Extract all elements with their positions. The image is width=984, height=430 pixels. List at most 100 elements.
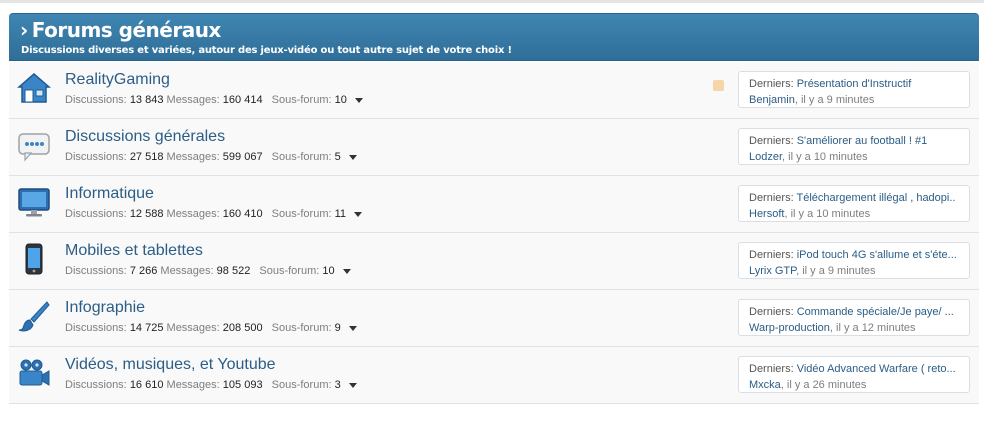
messages-label: Messages:	[160, 265, 214, 277]
latest-thread-link[interactable]: S'améliorer au football ! #1	[797, 135, 928, 147]
chat-bubble-icon[interactable]	[17, 128, 51, 162]
category-description: Discussions diverses et variées, autour …	[21, 45, 512, 56]
forum-row: Mobiles et tablettes Discussions: 7 266 …	[9, 233, 979, 290]
caret-down-icon[interactable]	[354, 211, 363, 217]
forum-title-link[interactable]: Discussions générales	[65, 128, 225, 146]
latest-post-box: Derniers: Présentation d'Instructif Benj…	[738, 71, 970, 108]
category-header: › Forums généraux Discussions diverses et…	[9, 13, 979, 61]
forum-row: Discussions générales Discussions: 27 51…	[9, 119, 979, 176]
forum-title-link[interactable]: RealityGaming	[65, 71, 170, 89]
latest-label: Derniers:	[749, 249, 794, 261]
messages-count: 98 522	[216, 265, 251, 277]
subforum-count: 9	[334, 322, 341, 334]
subforum-label: Sous-forum:	[259, 265, 320, 277]
latest-label: Derniers:	[749, 363, 794, 375]
video-camera-icon[interactable]	[17, 356, 51, 390]
subforum-count: 10	[322, 265, 335, 277]
latest-thread-link[interactable]: Commande spéciale/Je paye/ ...	[797, 306, 954, 318]
subforum-label: Sous-forum:	[271, 379, 332, 391]
subforum-label: Sous-forum:	[271, 151, 332, 163]
latest-label: Derniers:	[749, 78, 794, 90]
latest-post-box: Derniers: Téléchargement illégal , hadop…	[738, 185, 970, 222]
latest-post-box: Derniers: S'améliorer au football ! #1 L…	[738, 128, 970, 165]
latest-time: , il y a 10 minutes	[782, 151, 868, 163]
messages-label: Messages:	[166, 94, 220, 106]
latest-time: , il y a 9 minutes	[796, 265, 876, 277]
discussions-label: Discussions:	[65, 208, 127, 220]
latest-user-link[interactable]: Lodzer	[749, 151, 782, 163]
forum-row: RealityGaming Discussions: 13 843 Messag…	[9, 62, 979, 119]
discussions-count: 7 266	[129, 265, 158, 277]
latest-user-link[interactable]: Warp-production	[749, 322, 830, 334]
latest-thread-link[interactable]: Téléchargement illégal , hadopi..	[796, 192, 955, 204]
forum-title-link[interactable]: Mobiles et tablettes	[65, 242, 203, 260]
caret-down-icon[interactable]	[354, 97, 363, 103]
messages-count: 160 410	[222, 208, 263, 220]
caret-down-icon[interactable]	[348, 382, 357, 388]
latest-label: Derniers:	[749, 135, 794, 147]
subforum-label: Sous-forum:	[271, 208, 332, 220]
subforum-count: 3	[334, 379, 341, 391]
discussions-label: Discussions:	[65, 151, 127, 163]
caret-down-icon[interactable]	[348, 154, 357, 160]
latest-post-box: Derniers: Commande spéciale/Je paye/ ...…	[738, 299, 970, 336]
messages-label: Messages:	[166, 322, 220, 334]
smartphone-icon[interactable]	[17, 242, 51, 276]
paintbrush-icon[interactable]	[17, 299, 51, 333]
discussions-label: Discussions:	[65, 379, 127, 391]
house-icon[interactable]	[17, 71, 51, 105]
messages-count: 105 093	[222, 379, 263, 391]
discussions-label: Discussions:	[65, 94, 127, 106]
subforum-label: Sous-forum:	[271, 94, 332, 106]
forum-stats: Discussions: 14 725 Messages: 208 500 So…	[65, 322, 357, 334]
latest-user-link[interactable]: Mxcka	[749, 379, 781, 391]
discussions-count: 16 610	[129, 379, 164, 391]
latest-label: Derniers:	[749, 192, 794, 204]
messages-count: 160 414	[222, 94, 263, 106]
forum-row: Informatique Discussions: 12 588 Message…	[9, 176, 979, 233]
messages-label: Messages:	[166, 379, 220, 391]
monitor-icon[interactable]	[17, 185, 51, 219]
subforum-count: 5	[334, 151, 341, 163]
forum-stats: Discussions: 12 588 Messages: 160 410 So…	[65, 208, 363, 220]
discussions-count: 12 588	[129, 208, 164, 220]
latest-user-link[interactable]: Hersoft	[749, 208, 784, 220]
forum-stats: Discussions: 16 610 Messages: 105 093 So…	[65, 379, 357, 391]
top-border	[0, 0, 984, 3]
forum-stats: Discussions: 27 518 Messages: 599 067 So…	[65, 151, 357, 163]
latest-user-link[interactable]: Benjamin	[749, 94, 795, 106]
latest-thread-link[interactable]: Présentation d'Instructif	[797, 78, 912, 90]
discussions-count: 27 518	[129, 151, 164, 163]
latest-thread-link[interactable]: iPod touch 4G s'allume et s'éte...	[797, 249, 957, 261]
messages-count: 599 067	[222, 151, 263, 163]
latest-label: Derniers:	[749, 306, 794, 318]
category-title-link[interactable]: › Forums généraux	[20, 18, 221, 42]
forum-title-link[interactable]: Vidéos, musiques, et Youtube	[65, 356, 276, 374]
messages-label: Messages:	[166, 151, 220, 163]
forum-list: RealityGaming Discussions: 13 843 Messag…	[9, 62, 979, 404]
discussions-label: Discussions:	[65, 265, 127, 277]
latest-time: , il y a 26 minutes	[780, 379, 867, 391]
caret-down-icon[interactable]	[348, 325, 357, 331]
discussions-count: 14 725	[129, 322, 164, 334]
rss-feed-icon[interactable]	[713, 80, 724, 91]
latest-thread-link[interactable]: Vidéo Advanced Warfare ( reto...	[797, 363, 956, 375]
forum-title-link[interactable]: Infographie	[65, 299, 145, 317]
subforum-label: Sous-forum:	[271, 322, 332, 334]
forum-title-link[interactable]: Informatique	[65, 185, 154, 203]
latest-post-box: Derniers: iPod touch 4G s'allume et s'ét…	[738, 242, 970, 279]
discussions-label: Discussions:	[65, 322, 127, 334]
category-title: Forums généraux	[31, 18, 222, 42]
latest-post-box: Derniers: Vidéo Advanced Warfare ( reto.…	[738, 356, 970, 393]
latest-time: , il y a 10 minutes	[784, 208, 871, 220]
forum-row: Infographie Discussions: 14 725 Messages…	[9, 290, 979, 347]
messages-count: 208 500	[222, 322, 263, 334]
forum-stats: Discussions: 7 266 Messages: 98 522 Sous…	[65, 265, 351, 277]
chevron-right-icon: ›	[20, 18, 28, 42]
latest-time: , il y a 12 minutes	[829, 322, 916, 334]
subforum-count: 11	[334, 208, 347, 220]
discussions-count: 13 843	[129, 94, 164, 106]
caret-down-icon[interactable]	[342, 268, 351, 274]
forum-row: Vidéos, musiques, et Youtube Discussions…	[9, 347, 979, 404]
latest-user-link[interactable]: Lyrix GTP	[749, 265, 796, 277]
